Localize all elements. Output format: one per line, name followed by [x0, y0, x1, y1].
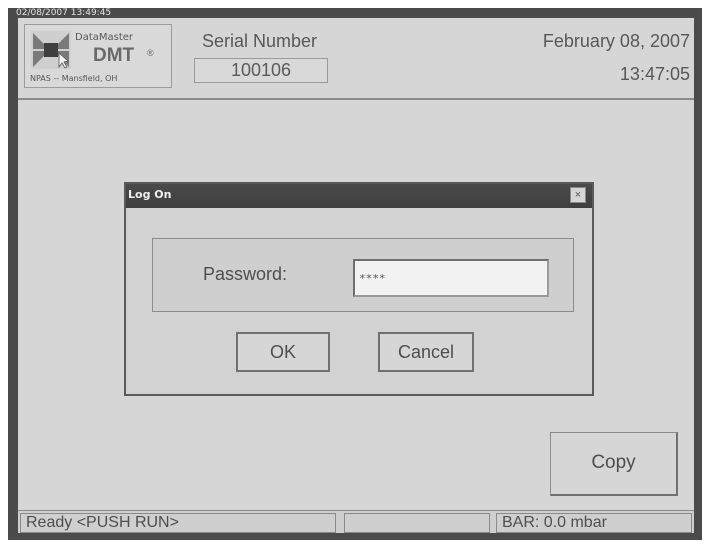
- logo-brand-text: DataMaster: [75, 32, 134, 43]
- serial-number-value: 100106: [194, 58, 328, 83]
- logo-product-text: DMT: [93, 45, 135, 66]
- logo-subtitle: NPAS -- Mansfield, OH: [30, 74, 118, 83]
- close-icon[interactable]: ×: [570, 187, 586, 203]
- status-middle-cell: [344, 513, 490, 533]
- cancel-button[interactable]: Cancel: [378, 332, 474, 372]
- password-label: Password:: [203, 264, 288, 284]
- password-input[interactable]: [353, 259, 549, 297]
- status-bar: Ready <PUSH RUN> BAR: 0.0 mbar: [18, 510, 694, 533]
- header-bar: DataMaster DMT ® NPAS -- Mansfield, OH S…: [18, 18, 694, 100]
- ok-button[interactable]: OK: [236, 332, 330, 372]
- dialog-title-bar[interactable]: Log On ×: [126, 184, 592, 208]
- datamaster-logo-icon: [31, 31, 71, 69]
- app-window: DataMaster DMT ® NPAS -- Mansfield, OH S…: [18, 18, 694, 533]
- log-on-dialog: Log On × Password: OK Cancel: [124, 182, 594, 396]
- time-display: 13:47:05: [619, 64, 690, 84]
- logo-panel: DataMaster DMT ® NPAS -- Mansfield, OH: [24, 24, 172, 88]
- serial-number-label: Serial Number: [202, 31, 318, 51]
- registered-mark: ®: [147, 48, 154, 58]
- password-group: Password:: [152, 238, 574, 312]
- monitor-screen: 02/08/2007 13:49:45 DataMaster DMT ® NPA…: [8, 8, 702, 540]
- status-ready-text: Ready <PUSH RUN>: [20, 513, 336, 533]
- copy-button[interactable]: Copy: [550, 432, 678, 496]
- date-display: February 08, 2007: [542, 31, 690, 51]
- barometer-reading: BAR: 0.0 mbar: [496, 513, 692, 533]
- dialog-title: Log On: [128, 188, 172, 201]
